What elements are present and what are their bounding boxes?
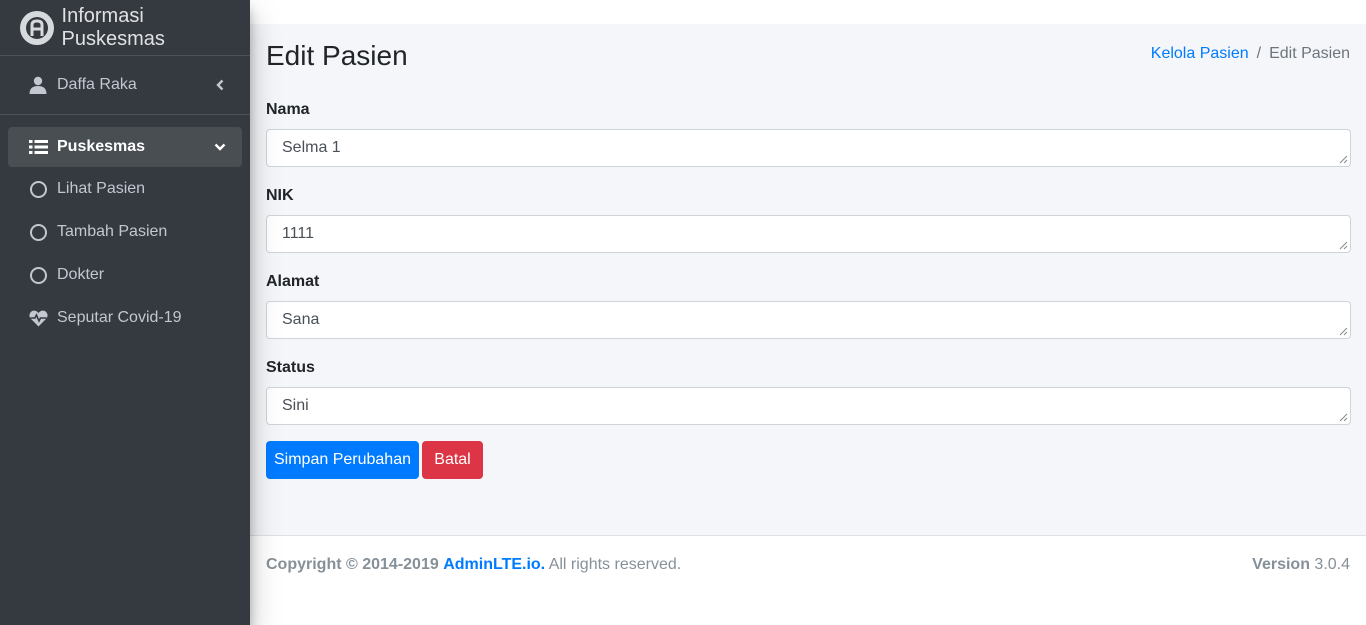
version-label: Version: [1252, 556, 1310, 573]
user-icon: [28, 75, 48, 95]
user-panel[interactable]: Daffa Raka: [8, 65, 242, 105]
rights-text: All rights reserved.: [545, 556, 682, 573]
circle-icon: [28, 265, 48, 285]
brand-title: Informasi Puskesmas: [61, 4, 165, 50]
circle-icon: [28, 179, 48, 199]
breadcrumb-separator: /: [1256, 45, 1262, 62]
sidebar-item-tambah-pasien[interactable]: Tambah Pasien: [8, 211, 242, 253]
nama-label: Nama: [266, 101, 310, 118]
brand-link[interactable]: Informasi Puskesmas: [0, 0, 250, 56]
resize-grip-icon[interactable]: [1339, 155, 1348, 164]
list-icon: [28, 137, 48, 157]
nik-value: 1111: [282, 225, 315, 242]
adminlte-logo-icon: [20, 10, 54, 45]
sidebar-item-label: Tambah Pasien: [57, 223, 168, 240]
footer-copyright: Copyright © 2014-2019 AdminLTE.io. All r…: [266, 556, 681, 574]
page-title: Edit Pasien: [266, 40, 408, 71]
content-wrapper: Edit Pasien Kelola Pasien / Edit Pasien …: [250, 24, 1366, 535]
sidebar-item-covid[interactable]: Seputar Covid-19: [8, 297, 242, 339]
sidebar-divider: [0, 114, 250, 115]
alamat-label: Alamat: [266, 273, 320, 290]
resize-grip-icon[interactable]: [1339, 413, 1348, 422]
sidebar-item-puskesmas[interactable]: Puskesmas: [8, 127, 242, 167]
sidebar-item-label: Dokter: [57, 266, 105, 283]
sidebar-item-lihat-pasien[interactable]: Lihat Pasien: [8, 168, 242, 210]
adminlte-link[interactable]: AdminLTE.io.: [443, 556, 545, 573]
resize-grip-icon[interactable]: [1339, 241, 1348, 250]
chevron-down-icon[interactable]: [212, 139, 228, 155]
sidebar-item-label: Puskesmas: [57, 138, 146, 155]
cancel-button[interactable]: Batal: [422, 441, 483, 479]
footer: Copyright © 2014-2019 AdminLTE.io. All r…: [250, 535, 1366, 625]
status-input[interactable]: Sini: [266, 387, 1351, 425]
nama-input[interactable]: Selma 1: [266, 129, 1351, 167]
breadcrumb-link-kelola-pasien[interactable]: Kelola Pasien: [1151, 45, 1249, 63]
chevron-left-icon[interactable]: [212, 77, 228, 93]
status-label: Status: [266, 359, 315, 376]
version-value: 3.0.4: [1309, 556, 1350, 573]
alamat-input[interactable]: Sana: [266, 301, 1351, 339]
copyright-text: Copyright © 2014-2019: [266, 556, 439, 573]
sidebar-item-label: Lihat Pasien: [57, 180, 146, 197]
sidebar-item-dokter[interactable]: Dokter: [8, 254, 242, 296]
breadcrumb-current: Edit Pasien: [1269, 45, 1350, 62]
heartbeat-icon: [28, 308, 48, 328]
circle-icon: [28, 222, 48, 242]
sidebar-item-label: Seputar Covid-19: [57, 309, 182, 326]
nik-label: NIK: [266, 187, 294, 204]
user-name: Daffa Raka: [57, 76, 137, 93]
alamat-value: Sana: [282, 311, 320, 328]
nama-value: Selma 1: [282, 139, 341, 156]
sidebar: Informasi Puskesmas Daffa Raka Puskesmas…: [0, 0, 250, 625]
footer-version: Version 3.0.4: [1252, 556, 1350, 574]
save-button[interactable]: Simpan Perubahan: [266, 441, 419, 479]
status-value: Sini: [282, 397, 309, 414]
nik-input[interactable]: 1111: [266, 215, 1351, 253]
resize-grip-icon[interactable]: [1339, 327, 1348, 336]
breadcrumb: Kelola Pasien / Edit Pasien: [1151, 45, 1350, 63]
